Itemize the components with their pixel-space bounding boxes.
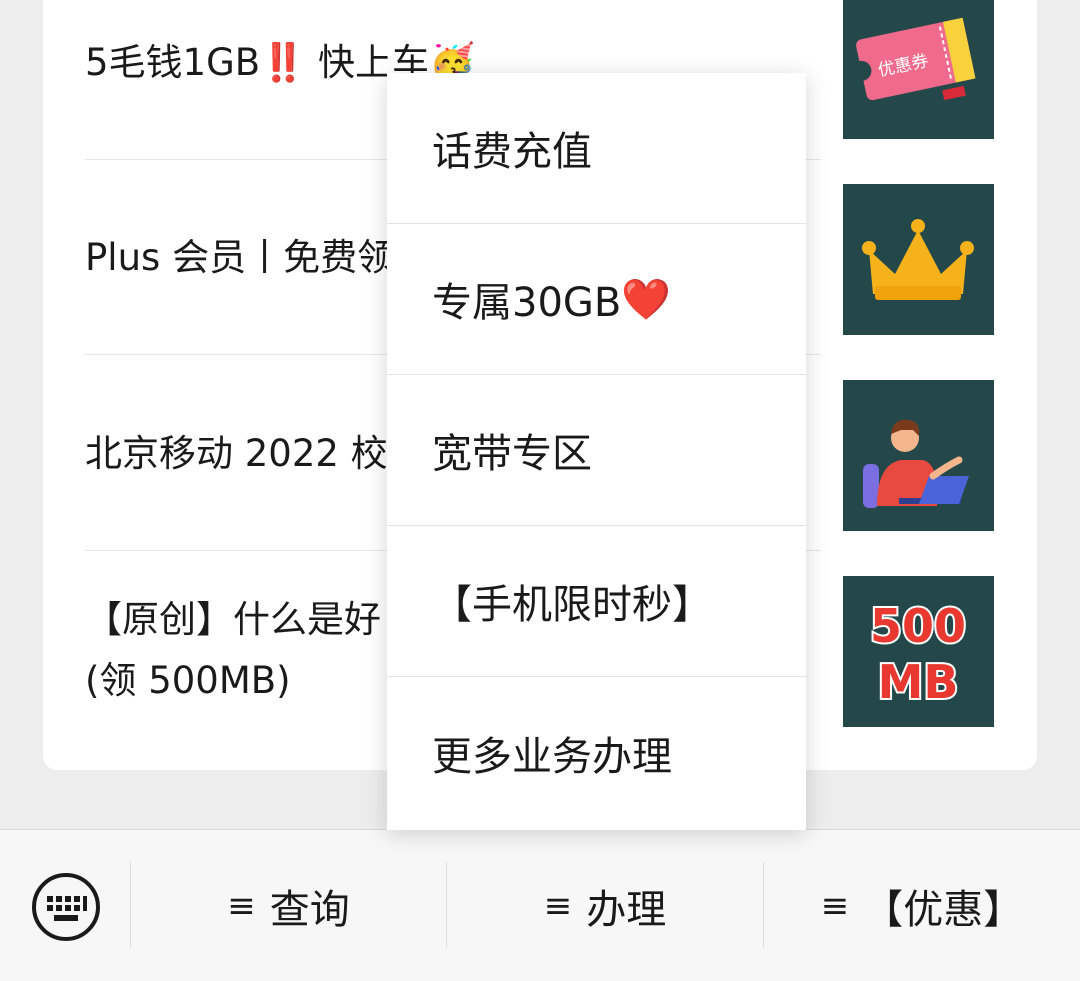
menu-item-label: 专属30GB	[432, 280, 622, 326]
person-laptop-icon[interactable]	[843, 380, 994, 531]
menu-lines-icon: ≡	[543, 886, 573, 926]
500mb-icon[interactable]: 500 MB	[843, 576, 994, 727]
menu-item-label: 【手机限时秒】	[432, 582, 712, 628]
tab-offers[interactable]: ≡ 【优惠】	[764, 861, 1080, 951]
menu-item-recharge[interactable]: 话费充值	[387, 73, 806, 224]
popup-menu: 话费充值 专属30GB ❤️ 宽带专区 【手机限时秒】 更多业务办理	[387, 73, 806, 830]
menu-item-label: 更多业务办理	[432, 733, 672, 780]
menu-item-label: 宽带专区	[432, 431, 592, 477]
menu-item-broadband[interactable]: 宽带专区	[387, 375, 806, 526]
coupon-icon[interactable]: 优惠券	[843, 0, 994, 139]
bottom-menu-bar: ≡ 查询 ≡ 办理 ≡ 【优惠】	[0, 829, 1080, 981]
menu-lines-icon: ≡	[820, 886, 850, 926]
menu-lines-icon: ≡	[227, 886, 256, 926]
500-text: 500	[870, 599, 966, 653]
menu-item-phone-flash-sale[interactable]: 【手机限时秒】	[387, 526, 806, 677]
tab-label: 查询	[269, 887, 350, 933]
crown-icon[interactable]	[843, 184, 994, 335]
heart-icon: ❤️	[621, 276, 672, 323]
tab-query[interactable]: ≡ 查询	[131, 861, 446, 951]
keyboard-icon[interactable]	[30, 871, 102, 943]
menu-item-more-services[interactable]: 更多业务办理	[387, 677, 806, 828]
menu-item-label: 话费充值	[432, 129, 592, 175]
mb-text: MB	[878, 655, 959, 709]
tab-label: 【优惠】	[863, 887, 1024, 933]
menu-item-30gb[interactable]: 专属30GB ❤️	[387, 224, 806, 375]
tab-handle[interactable]: ≡ 办理	[447, 861, 763, 951]
tab-label: 办理	[586, 887, 667, 933]
